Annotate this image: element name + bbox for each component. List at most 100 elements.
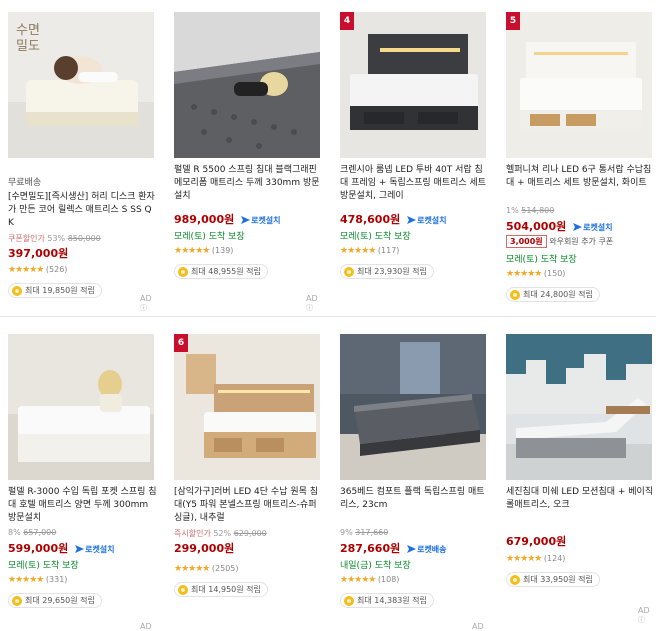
discount-rate: 1%: [506, 206, 519, 215]
star-rating-icon: ★★★★★: [340, 246, 376, 256]
product-image[interactable]: 6: [174, 334, 320, 480]
sale-price-row: 478,600원 로켓설치: [340, 211, 490, 226]
product-row-1: 수면 밀도 무료배송 [수면밀도][즉시생산] 허리 디스크 환자가 만든 코어…: [0, 0, 656, 310]
rating: ★★★★★ (108): [340, 575, 490, 586]
sale-price: 504,000원: [506, 220, 567, 233]
discount-label: 쿠폰할인가: [8, 234, 45, 243]
rocket-icon: [75, 545, 85, 553]
product-title[interactable]: [수면밀도][즉시생산] 허리 디스크 환자가 만든 코어 릴렉스 매트리스 S…: [8, 191, 158, 231]
product-card[interactable]: 펄델 R 5500 스프링 침대 블랙그래핀 메모리폼 매트리스 두께 330m…: [174, 12, 324, 312]
rating: ★★★★★ (139): [174, 246, 324, 257]
rating: ★★★★★ (526): [8, 265, 158, 276]
ad-label[interactable]: AD: [306, 294, 324, 313]
star-rating-icon: ★★★★★: [174, 564, 210, 574]
rocket-install-badge: 로켓설치: [241, 215, 281, 226]
discount-line: 즉시할인가 52% 629,000: [174, 528, 324, 539]
product-image[interactable]: [506, 334, 652, 480]
star-rating-icon: ★★★★★: [8, 265, 44, 275]
discount-rate: 53%: [47, 234, 66, 243]
product-image[interactable]: 5: [506, 12, 652, 158]
rocket-icon: [573, 223, 583, 231]
sale-price-row: 989,000원 로켓설치: [174, 211, 324, 226]
rocket-icon: [407, 545, 417, 553]
rocket-icon: [407, 216, 417, 224]
rocket-install-badge: 로켓설치: [75, 544, 115, 555]
product-card[interactable]: 365베드 컴포트 플랙 독립스프링 매트리스, 23cm 9% 317,660…: [340, 334, 490, 631]
coin-icon: [510, 289, 520, 300]
original-price: 629,000: [233, 529, 267, 538]
reward-points-text: 최대 14,950원 적립: [191, 585, 261, 594]
rocket-install-badge: 로켓설치: [407, 215, 447, 226]
product-title[interactable]: 펄델 R-3000 수입 독립 포켓 스프링 침대 호텔 매트리스 양면 두께 …: [8, 486, 158, 526]
reward-points-badge: 최대 33,950원 적립: [506, 572, 600, 587]
review-count: (139): [211, 246, 234, 255]
reward-points-text: 최대 33,950원 적립: [523, 575, 593, 584]
product-title[interactable]: 헬퍼니쳐 리나 LED 6구 통서랍 수납침대 + 매트리스 세트 방문설치, …: [506, 164, 656, 204]
rocket-delivery-badge: 로켓배송: [407, 544, 447, 555]
review-count: (108): [377, 575, 400, 584]
review-count: (117): [377, 246, 400, 255]
original-price: 317,660: [355, 528, 389, 537]
delivery-promise: 모레(토) 도착 보장: [340, 232, 411, 242]
coin-icon: [12, 285, 22, 296]
ad-label[interactable]: AD: [472, 622, 490, 631]
rating: ★★★★★ (331): [8, 575, 158, 586]
product-card[interactable]: 수면 밀도 무료배송 [수면밀도][즉시생산] 허리 디스크 환자가 만든 코어…: [8, 12, 158, 312]
review-count: (526): [45, 265, 68, 274]
rocket-icon: [241, 216, 251, 224]
product-card[interactable]: 5 헬퍼니쳐 리나 LED 6구 통서랍 수납침대 + 매트리스 세트 방문설치…: [506, 12, 656, 312]
star-rating-icon: ★★★★★: [174, 246, 210, 256]
product-image[interactable]: 4: [340, 12, 486, 158]
reward-points-text: 최대 48,955원 적립: [191, 267, 261, 276]
product-title[interactable]: [삼익가구]러버 LED 4단 수납 원목 침대(Y5 파워 본넬스프링 매트리…: [174, 486, 324, 526]
coupon-row[interactable]: 3,000원 와우회원 추가 쿠폰: [506, 235, 656, 249]
product-title[interactable]: 펄델 R 5500 스프링 침대 블랙그래핀 메모리폼 매트리스 두께 330m…: [174, 164, 324, 204]
coupon-amount: 3,000원: [506, 235, 547, 248]
sale-price-row: 287,660원 로켓배송: [340, 540, 490, 555]
rating: ★★★★★ (150): [506, 269, 656, 280]
product-image[interactable]: [174, 12, 320, 158]
row-divider: [0, 316, 656, 317]
ad-label[interactable]: AD: [140, 622, 158, 631]
discount-rate: 9%: [340, 528, 353, 537]
delivery-promise: 모레(토) 도착 보장: [8, 561, 79, 571]
product-image[interactable]: [8, 334, 154, 480]
reward-points-text: 최대 14,383원 적립: [357, 596, 427, 605]
product-card[interactable]: 4 크렌시아 룸넵 LED 투바 40T 서랍 침대 프레임 + 독립스프링 매…: [340, 12, 490, 312]
reward-points-badge: 최대 14,950원 적립: [174, 582, 268, 597]
delivery-promise: 모레(토) 도착 보장: [174, 232, 245, 242]
star-rating-icon: ★★★★★: [8, 575, 44, 585]
product-title[interactable]: 크렌시아 룸넵 LED 투바 40T 서랍 침대 프레임 + 독립스프링 매트리…: [340, 164, 490, 204]
review-count: (331): [45, 575, 68, 584]
rank-badge: 5: [506, 12, 520, 30]
product-card[interactable]: 펄델 R-3000 수입 독립 포켓 스프링 침대 호텔 매트리스 양면 두께 …: [8, 334, 158, 631]
reward-points-text: 최대 19,850원 적립: [25, 286, 95, 295]
product-card[interactable]: 6 [삼익가구]러버 LED 4단 수납 원목 침대(Y5 파워 본넬스프링 매…: [174, 334, 324, 631]
sale-price: 287,660원: [340, 542, 401, 555]
rating: ★★★★★ (124): [506, 554, 656, 565]
discount-line: 쿠폰할인가 53% 850,000: [8, 233, 158, 244]
star-rating-icon: ★★★★★: [506, 554, 542, 564]
star-rating-icon: ★★★★★: [506, 269, 542, 279]
review-count: (150): [543, 269, 566, 278]
product-title[interactable]: 365베드 컴포트 플랙 독립스프링 매트리스, 23cm: [340, 486, 490, 526]
reward-points-badge: 최대 19,850원 적립: [8, 283, 102, 298]
product-title[interactable]: 세진침대 미쉐 LED 모션침대 + 베이직롤매트리스, 오크: [506, 486, 656, 526]
sale-price: 989,000원: [174, 213, 235, 226]
reward-points-badge: 최대 48,955원 적립: [174, 264, 268, 279]
reward-points-text: 최대 29,650원 적립: [25, 596, 95, 605]
ad-label[interactable]: AD: [140, 294, 158, 313]
coupon-text: 와우회원 추가 쿠폰: [549, 237, 614, 246]
ad-label[interactable]: AD: [638, 606, 656, 625]
coin-icon: [178, 584, 188, 595]
star-rating-icon: ★★★★★: [340, 575, 376, 585]
rank-badge: 6: [174, 334, 188, 352]
review-count: (2505): [211, 564, 239, 573]
product-row-2: 펄델 R-3000 수입 독립 포켓 스프링 침대 호텔 매트리스 양면 두께 …: [0, 322, 656, 631]
product-card[interactable]: 세진침대 미쉐 LED 모션침대 + 베이직롤매트리스, 오크 679,000원…: [506, 334, 656, 631]
product-image[interactable]: [340, 334, 486, 480]
original-price: 514,800: [521, 206, 555, 215]
product-image[interactable]: 수면 밀도: [8, 12, 154, 158]
sale-price: 478,600원: [340, 213, 401, 226]
coin-icon: [510, 574, 520, 585]
